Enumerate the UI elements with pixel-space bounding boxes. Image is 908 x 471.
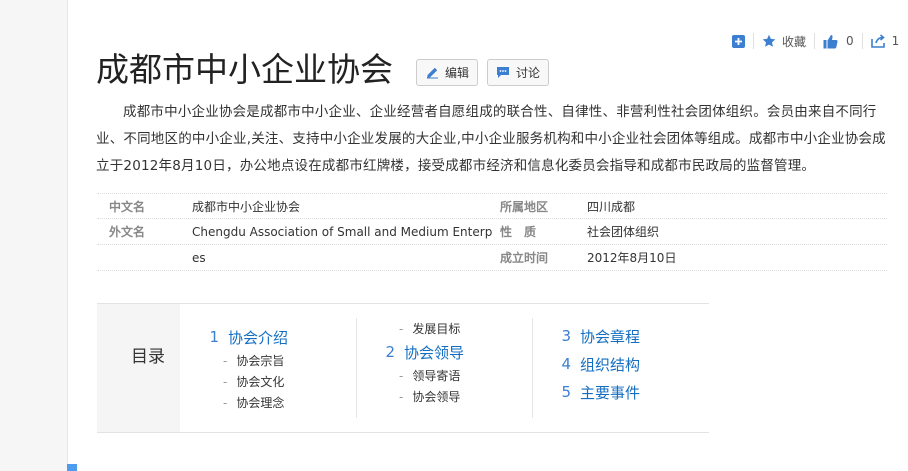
info-key: 成立时间 (500, 251, 549, 265)
catalog-item-number: 4 (561, 355, 571, 373)
catalog-column-1: 1 协会介绍 - 协会宗旨 - 协会文化 - 协会理念 (209, 324, 288, 413)
catalog-item-number: 1 (209, 328, 219, 346)
info-value: 成都市中小企业协会 (192, 199, 301, 214)
info-key: 所属地区 (500, 199, 549, 214)
dash-icon: - (399, 321, 404, 336)
catalog-item[interactable]: 5 主要事件 (561, 378, 640, 406)
info-key: 外文名 (109, 225, 146, 239)
info-value: 社会团体组织 (587, 225, 660, 239)
thumbs-up-icon (823, 34, 838, 49)
catalog-column-2: - 发展目标 2 协会领导 - 领导寄语 - 协会领导 (385, 318, 464, 407)
info-value: Chengdu Association of Small and Medium … (192, 224, 492, 239)
info-value: es (192, 250, 206, 265)
discuss-label: 讨论 (516, 66, 541, 80)
dash-icon: - (223, 374, 228, 389)
catalog-subitem[interactable]: - 协会领导 (385, 386, 464, 407)
dash-icon: - (223, 395, 228, 410)
catalog-subitem-label: 领导寄语 (412, 369, 461, 383)
info-value: 2012年8月10日 (587, 251, 677, 265)
comment-icon (496, 66, 510, 80)
catalog-subitem-label: 协会文化 (236, 375, 285, 389)
edit-button[interactable]: 编辑 (416, 59, 478, 86)
catalog-item-label: 组织结构 (580, 355, 641, 374)
plus-square-icon (732, 34, 745, 48)
catalog-subitem[interactable]: - 发展目标 (385, 318, 464, 339)
catalog-item-number: 3 (561, 327, 571, 345)
dash-icon: - (223, 353, 228, 368)
catalog-item-label: 主要事件 (580, 383, 641, 402)
info-row: 中文名 成都市中小企业协会 所属地区 四川成都 (97, 193, 887, 219)
collect-button[interactable]: 收藏 (762, 31, 806, 51)
catalog-item[interactable]: 1 协会介绍 (209, 324, 288, 350)
catalog-subitem-label: 发展目标 (412, 322, 461, 336)
catalog-title: 目录 (131, 347, 165, 367)
catalog: 目录 1 协会介绍 - 协会宗旨 - 协会文化 - 协会理念 - 发展目标 2 协会领导… (97, 303, 709, 433)
page-title: 成都市中小企业协会 (96, 50, 393, 89)
catalog-subitem[interactable]: - 协会文化 (209, 371, 288, 392)
pencil-icon (425, 66, 439, 80)
catalog-column-3: 3 协会章程 4 组织结构 5 主要事件 (561, 322, 640, 406)
catalog-subitem[interactable]: - 领导寄语 (385, 365, 464, 386)
share-count: 1 (891, 34, 900, 48)
like-count: 0 (846, 34, 854, 48)
basic-info-table: 中文名 成都市中小企业协会 所属地区 四川成都 外文名 Chengdu Asso… (97, 193, 887, 271)
catalog-divider (356, 318, 357, 418)
divider (814, 33, 816, 49)
collect-label: 收藏 (782, 34, 807, 49)
catalog-item-label: 协会章程 (580, 327, 641, 346)
catalog-item-label: 协会领导 (404, 343, 465, 362)
info-row: 外文名 Chengdu Association of Small and Med… (97, 219, 887, 245)
add-lemma-button[interactable] (732, 31, 745, 51)
catalog-item-number: 5 (561, 383, 571, 401)
dash-icon: - (399, 368, 404, 383)
catalog-item-number: 2 (385, 343, 395, 361)
divider (753, 33, 754, 49)
catalog-subitem[interactable]: - 协会宗旨 (209, 350, 288, 371)
info-key: 性 质 (500, 225, 537, 239)
lemma-summary: 成都市中小企业协会是成都市中小企业、企业经营者自愿组成的联合性、自律性、非营利性… (96, 104, 886, 174)
share-button[interactable]: 1 (870, 31, 900, 51)
catalog-header: 目录 (97, 304, 180, 432)
info-value: 四川成都 (587, 199, 636, 214)
catalog-subitem-label: 协会宗旨 (236, 354, 285, 368)
catalog-item-label: 协会介绍 (228, 328, 289, 347)
catalog-subitem[interactable]: - 协会理念 (209, 392, 288, 413)
top-tools: 收藏 0 1 (732, 31, 899, 51)
info-key: 中文名 (109, 199, 146, 214)
catalog-subitem-label: 协会领导 (412, 390, 461, 404)
catalog-item[interactable]: 3 协会章程 (561, 322, 640, 350)
dash-icon: - (399, 389, 404, 404)
catalog-subitem-label: 协会理念 (236, 396, 285, 410)
discuss-button[interactable]: 讨论 (487, 59, 549, 86)
star-icon (762, 34, 776, 48)
divider (861, 33, 863, 49)
edit-label: 编辑 (445, 66, 470, 80)
catalog-divider (532, 318, 533, 418)
catalog-item[interactable]: 4 组织结构 (561, 350, 640, 378)
share-icon (870, 34, 886, 48)
lemma-page: 收藏 0 1 成都市中小企业协会 编辑 讨论 成都市中小企业协会是成都市中小企业… (67, 0, 908, 471)
section-marker (67, 464, 77, 471)
info-row: es 成立时间 2012年8月10日 (97, 245, 887, 271)
catalog-item[interactable]: 2 协会领导 (385, 339, 464, 365)
like-button[interactable]: 0 (823, 31, 854, 51)
